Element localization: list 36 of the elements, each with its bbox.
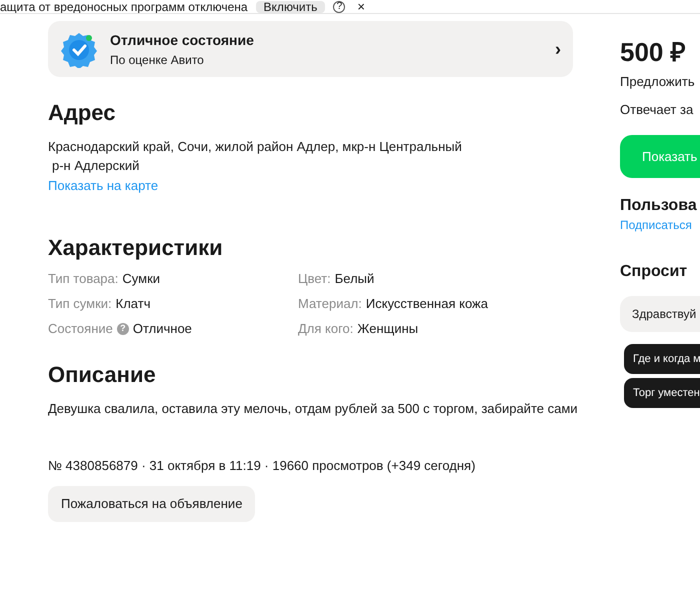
address-text: Краснодарский край, Сочи, жилой район Адлер, мкр-н Центральный xyxy=(48,138,463,156)
description-heading: Описание xyxy=(48,361,157,389)
district-text: р-н Адлерский xyxy=(52,157,140,175)
characteristics-heading: Характеристики xyxy=(48,234,224,262)
quick-reply-chip[interactable]: Торг уместен xyxy=(624,378,700,408)
characteristic-label: Для кого: xyxy=(298,320,354,338)
characteristic-label: Состояние xyxy=(48,320,113,338)
help-icon[interactable]: ? xyxy=(333,0,346,12)
message-field[interactable]: Здравствуй xyxy=(620,296,700,332)
condition-title: Отличное состояние xyxy=(110,30,255,50)
characteristic-value: Клатч xyxy=(116,294,150,313)
enable-button[interactable]: Включить xyxy=(256,0,326,12)
address-heading: Адрес xyxy=(48,99,116,127)
notice-text: ащита от вредоносных программ отключена xyxy=(0,0,248,12)
characteristic-label: Материал: xyxy=(298,294,362,313)
quick-reply-chip[interactable]: Где и когда м xyxy=(624,344,700,374)
characteristic-value: Женщины xyxy=(357,320,418,338)
verified-badge-icon xyxy=(60,30,98,68)
condition-card[interactable]: Отличное состояние По оценке Авито › xyxy=(48,21,573,77)
price: 500 ₽ xyxy=(620,36,687,68)
ask-seller-heading: Спросит xyxy=(620,262,688,282)
characteristic-label: Тип товара: xyxy=(48,270,118,288)
characteristic-value: Отличное xyxy=(132,320,192,338)
characteristic-label: Цвет: xyxy=(298,270,331,288)
report-button[interactable]: Пожаловаться на объявление xyxy=(48,486,256,522)
seller-name: Пользова xyxy=(620,196,698,216)
offer-text: Предложить xyxy=(620,73,696,91)
characteristic-value: Искусственная кожа xyxy=(366,294,488,313)
chevron-icon: › xyxy=(555,36,561,62)
close-button[interactable]: × xyxy=(353,0,369,12)
characteristic-value: Сумки xyxy=(122,270,160,288)
response-time-text: Отвечает за xyxy=(620,100,694,118)
characteristic-value: Белый xyxy=(334,270,374,288)
characteristic-label: Тип сумки: xyxy=(48,294,112,313)
listing-meta: № 4380856879 · 31 октября в 11:19 · 19660 просмотров (+349 сегодня) xyxy=(48,457,476,475)
condition-subtitle: По оценке Авито xyxy=(110,52,205,68)
